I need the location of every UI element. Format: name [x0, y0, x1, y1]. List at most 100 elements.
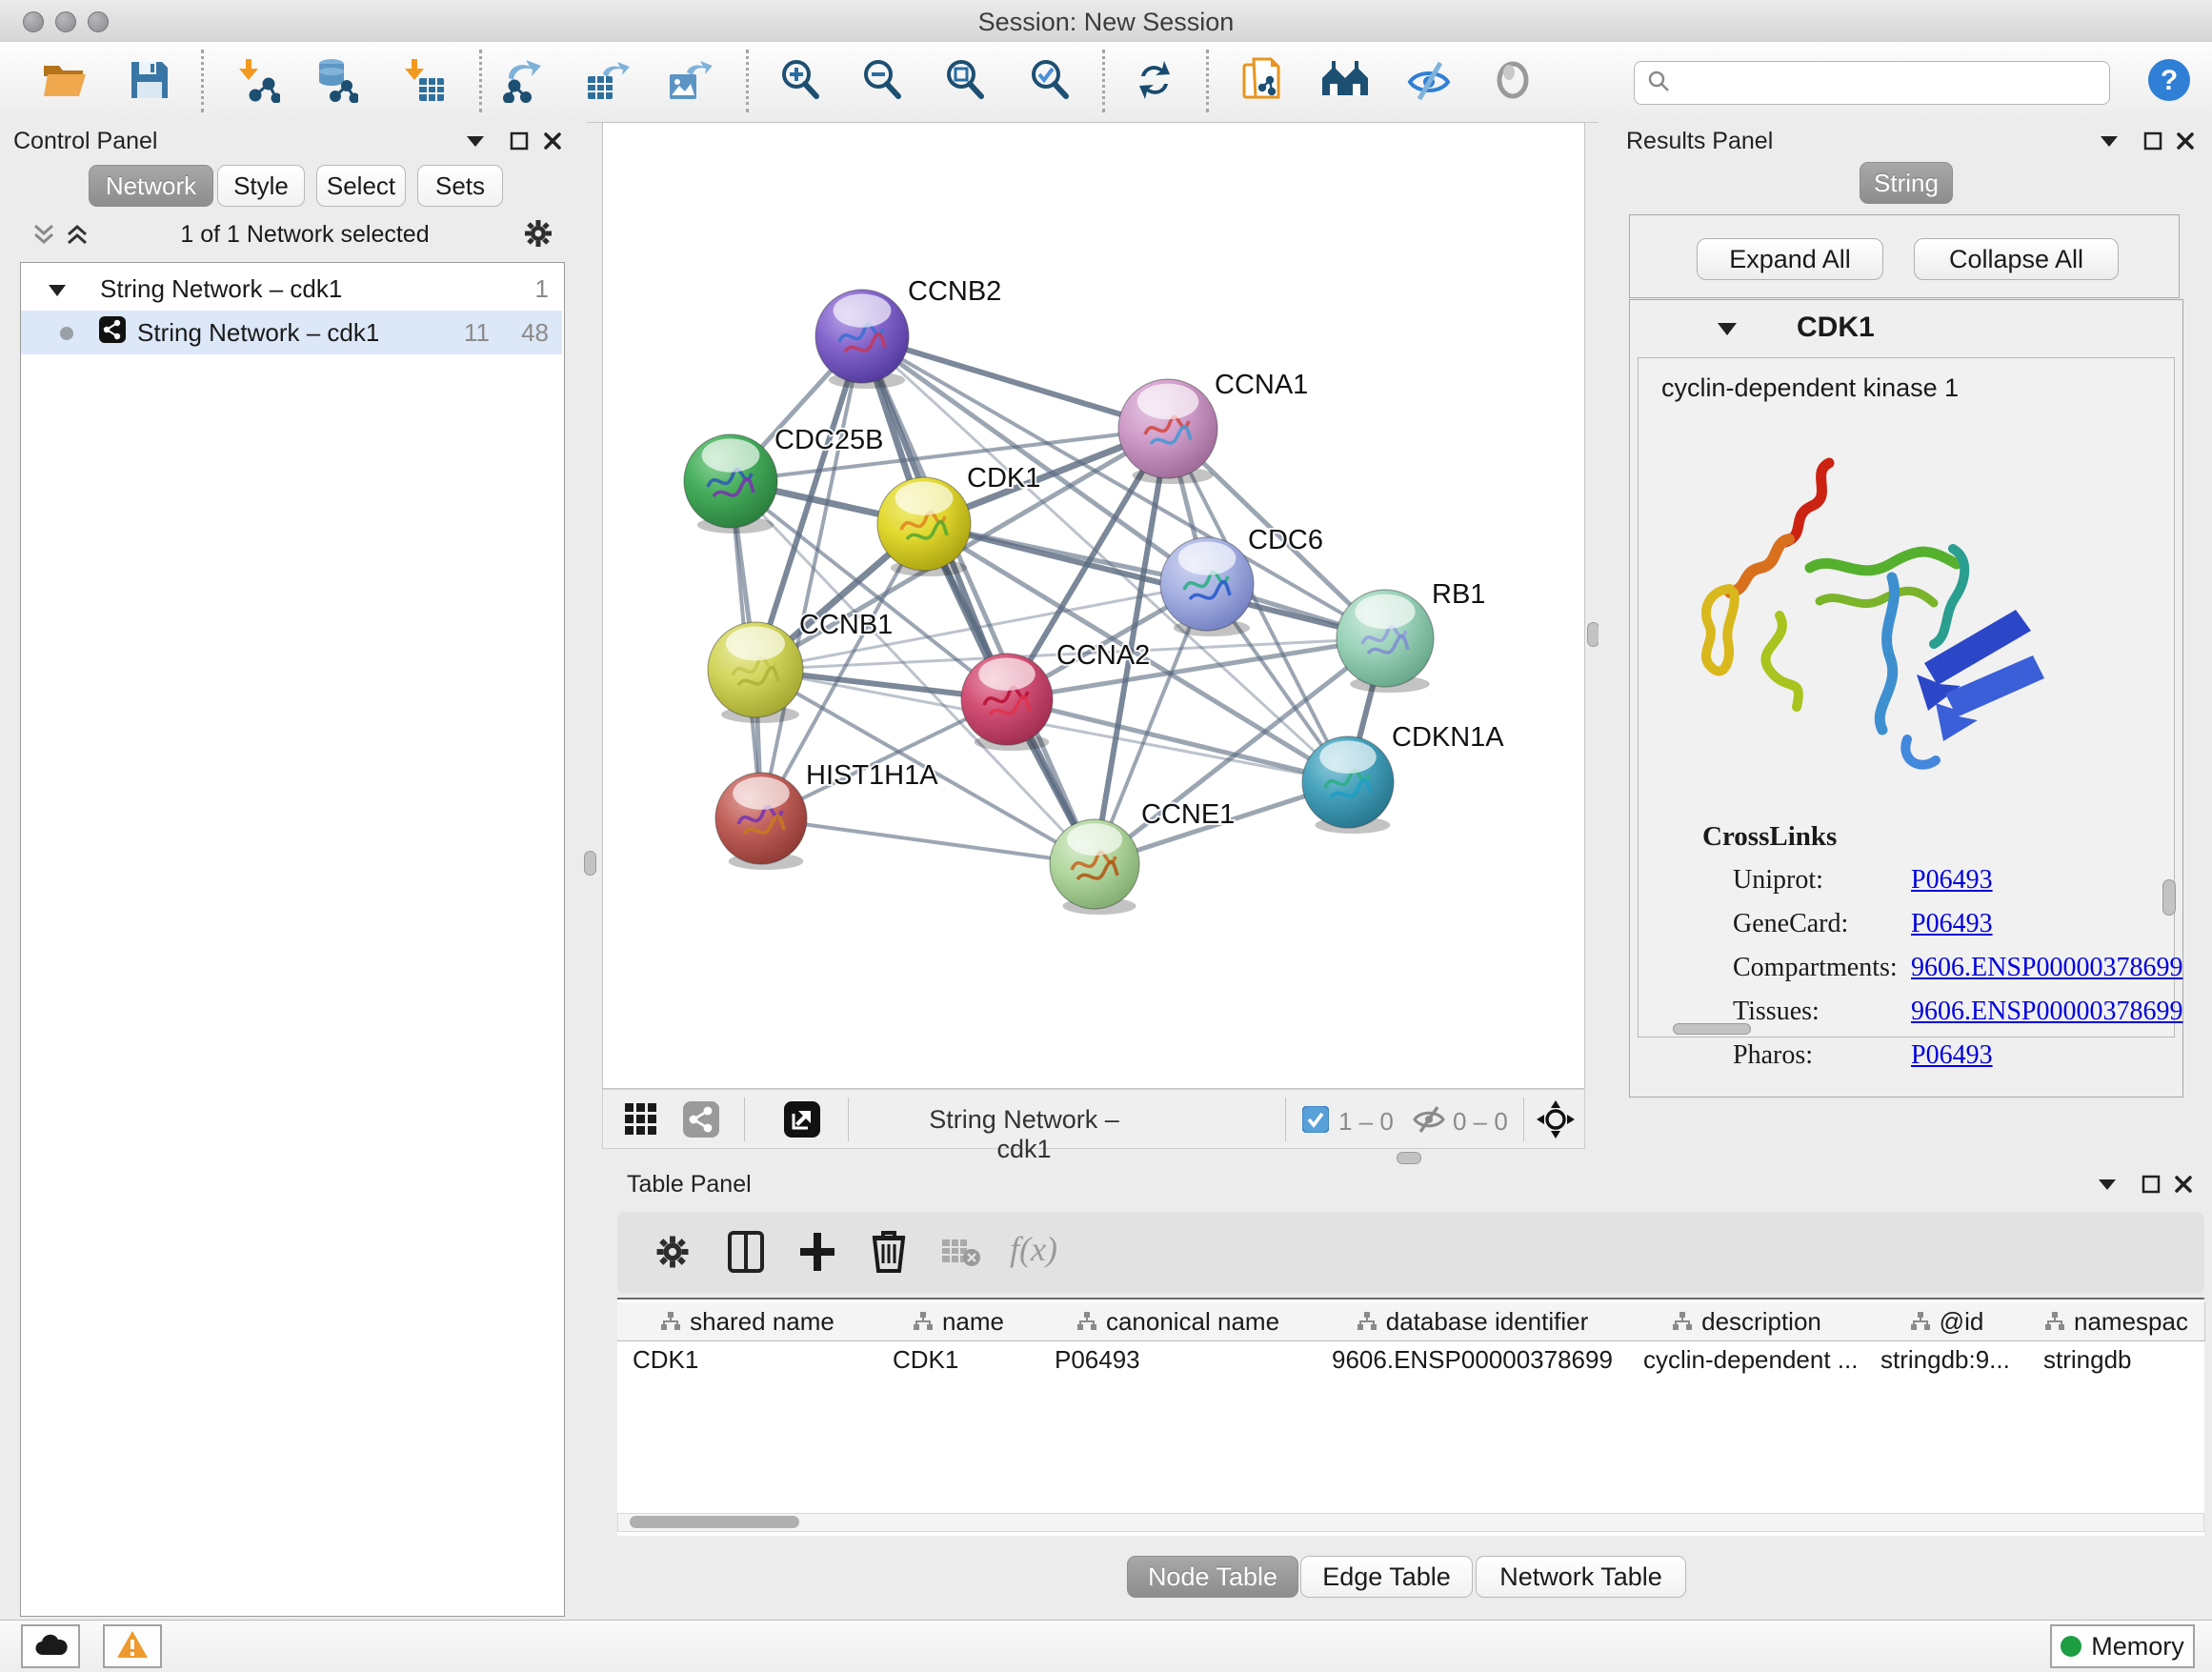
first-neighbors-button[interactable] [1318, 55, 1372, 109]
bottom-splitter-handle[interactable] [1397, 1152, 1421, 1164]
node-RB1[interactable] [1337, 590, 1434, 693]
column-header-name[interactable]: name [877, 1302, 1040, 1341]
node-CCNE1[interactable] [1050, 819, 1139, 915]
edge-HIST1H1A-CCNE1[interactable] [761, 818, 1095, 864]
panel-menu-icon[interactable] [465, 133, 486, 153]
search-icon [1646, 69, 1671, 98]
zoom-selected-button[interactable] [1023, 55, 1076, 109]
node-CDKN1A[interactable] [1302, 736, 1394, 834]
string-network-graph[interactable]: CCNB2CCNA1CDC25BCDK1CDC6RB1CCNB1CCNA2CDK… [603, 123, 1584, 1088]
collapse-all-tree-icon[interactable] [31, 222, 56, 252]
node-HIST1H1A[interactable] [715, 773, 807, 870]
hide-selected-button[interactable] [1402, 55, 1456, 109]
selected-checkbox-icon[interactable] [1302, 1106, 1329, 1138]
save-session-button[interactable] [123, 55, 176, 109]
panel-menu-icon[interactable] [2097, 1177, 2118, 1197]
panel-float-icon[interactable] [2142, 1175, 2161, 1199]
network-share-icon[interactable] [683, 1101, 719, 1142]
hidden-eye-icon[interactable] [1413, 1105, 1445, 1138]
network-row-selected[interactable]: String Network – cdk1 11 48 [21, 311, 562, 354]
node-CDK1[interactable] [877, 477, 971, 576]
column-header-shared-name[interactable]: shared name [617, 1302, 878, 1341]
network-collection-row[interactable]: String Network – cdk1 1 [21, 267, 562, 311]
results-hscroll-thumb[interactable] [1673, 1023, 1751, 1035]
node-table[interactable]: shared namenamecanonical namedatabase id… [617, 1298, 2204, 1536]
section-collapse-icon[interactable] [1716, 321, 1739, 342]
crosslink-link[interactable]: 9606.ENSP00000378699 [1911, 953, 2182, 983]
export-network-button[interactable] [497, 55, 551, 109]
warnings-button[interactable] [103, 1624, 162, 1668]
help-button[interactable]: ? [2142, 55, 2196, 109]
node-CDC25B[interactable] [684, 434, 777, 534]
network-from-selection-button[interactable] [1237, 55, 1290, 109]
table-cell[interactable]: 9606.ENSP00000378699 [1317, 1340, 1628, 1379]
panel-close-icon[interactable] [2176, 131, 2195, 155]
edge-count: 48 [521, 318, 549, 348]
fit-selected-crosshair-icon[interactable] [1537, 1100, 1575, 1143]
refresh-button[interactable] [1128, 55, 1181, 109]
grid-view-icon[interactable] [624, 1102, 658, 1141]
add-column-icon[interactable] [726, 1231, 766, 1278]
panel-float-icon[interactable] [510, 131, 529, 155]
show-all-button[interactable] [1486, 55, 1539, 109]
zoom-out-button[interactable] [855, 55, 909, 109]
expand-all-button[interactable]: Expand All [1697, 238, 1883, 280]
column-header-database-identifier[interactable]: database identifier [1317, 1302, 1629, 1341]
panel-float-icon[interactable] [2143, 131, 2162, 155]
column-header-canonical-name[interactable]: canonical name [1039, 1302, 1317, 1341]
column-header-namespac[interactable]: namespac [2028, 1302, 2205, 1341]
edge-CCNB2-HIST1H1A[interactable] [761, 336, 862, 818]
add-row-icon[interactable] [798, 1231, 836, 1278]
crosslink-link[interactable]: P06493 [1911, 865, 1993, 896]
import-table-button[interactable] [396, 55, 450, 109]
import-network-file-icon [234, 57, 280, 108]
expand-all-tree-icon[interactable] [65, 222, 90, 252]
export-image-button[interactable] [662, 55, 715, 109]
left-splitter-handle[interactable] [584, 851, 596, 876]
tab-node-table[interactable]: Node Table [1127, 1556, 1298, 1598]
tab-network-table[interactable]: Network Table [1476, 1556, 1686, 1598]
collapse-all-button[interactable]: Collapse All [1914, 238, 2119, 280]
crosslink-link[interactable]: P06493 [1911, 909, 1993, 939]
panel-close-icon[interactable] [2174, 1175, 2193, 1199]
network-canvas[interactable]: CCNB2CCNA1CDC25BCDK1CDC6RB1CCNB1CCNA2CDK… [602, 122, 1585, 1089]
tab-select[interactable]: Select [316, 165, 406, 207]
panel-close-icon[interactable] [543, 131, 562, 155]
import-network-database-button[interactable] [309, 55, 362, 109]
results-vscroll-thumb[interactable] [2162, 879, 2176, 916]
search-input[interactable] [1677, 69, 2090, 97]
results-panel-title: Results Panel [1626, 128, 1773, 155]
table-hscroll-thumb[interactable] [630, 1516, 799, 1528]
column-header--id[interactable]: @id [1865, 1302, 2029, 1341]
tab-edge-table[interactable]: Edge Table [1300, 1556, 1473, 1598]
table-cell[interactable]: stringdb:9... [1865, 1340, 2028, 1379]
crosslink-link[interactable]: 9606.ENSP00000378699 [1911, 997, 2182, 1027]
zoom-in-button[interactable] [774, 55, 827, 109]
table-cell[interactable]: CDK1 [617, 1340, 877, 1379]
table-cell[interactable]: CDK1 [877, 1340, 1039, 1379]
memory-button[interactable]: Memory [2050, 1624, 2195, 1668]
tree-expander-icon[interactable] [48, 274, 67, 304]
cloud-status-button[interactable] [21, 1624, 80, 1668]
export-table-button[interactable] [580, 55, 633, 109]
table-cell[interactable]: P06493 [1039, 1340, 1317, 1379]
crosslink-link[interactable]: P06493 [1911, 1040, 1993, 1071]
node-CCNA1[interactable] [1118, 379, 1217, 484]
tab-sets[interactable]: Sets [417, 165, 503, 207]
table-cell[interactable]: cyclin-dependent ... [1628, 1340, 1865, 1379]
panel-menu-icon[interactable] [2099, 133, 2120, 153]
table-hscrollbar[interactable] [617, 1513, 2204, 1532]
tab-style[interactable]: Style [217, 165, 305, 207]
table-cell[interactable]: stringdb [2028, 1340, 2204, 1379]
table-gear-icon[interactable] [654, 1233, 692, 1276]
tab-string[interactable]: String [1860, 162, 1953, 204]
delete-column-trash-icon[interactable] [871, 1229, 907, 1278]
zoom-fit-button[interactable] [938, 55, 992, 109]
column-header-description[interactable]: description [1628, 1302, 1866, 1341]
open-in-browser-icon[interactable] [784, 1101, 820, 1142]
open-session-button[interactable] [38, 55, 91, 109]
node-CCNB1[interactable] [708, 622, 803, 723]
tab-network[interactable]: Network [89, 165, 213, 207]
options-gear-icon[interactable] [522, 217, 554, 254]
import-network-file-button[interactable] [231, 55, 284, 109]
